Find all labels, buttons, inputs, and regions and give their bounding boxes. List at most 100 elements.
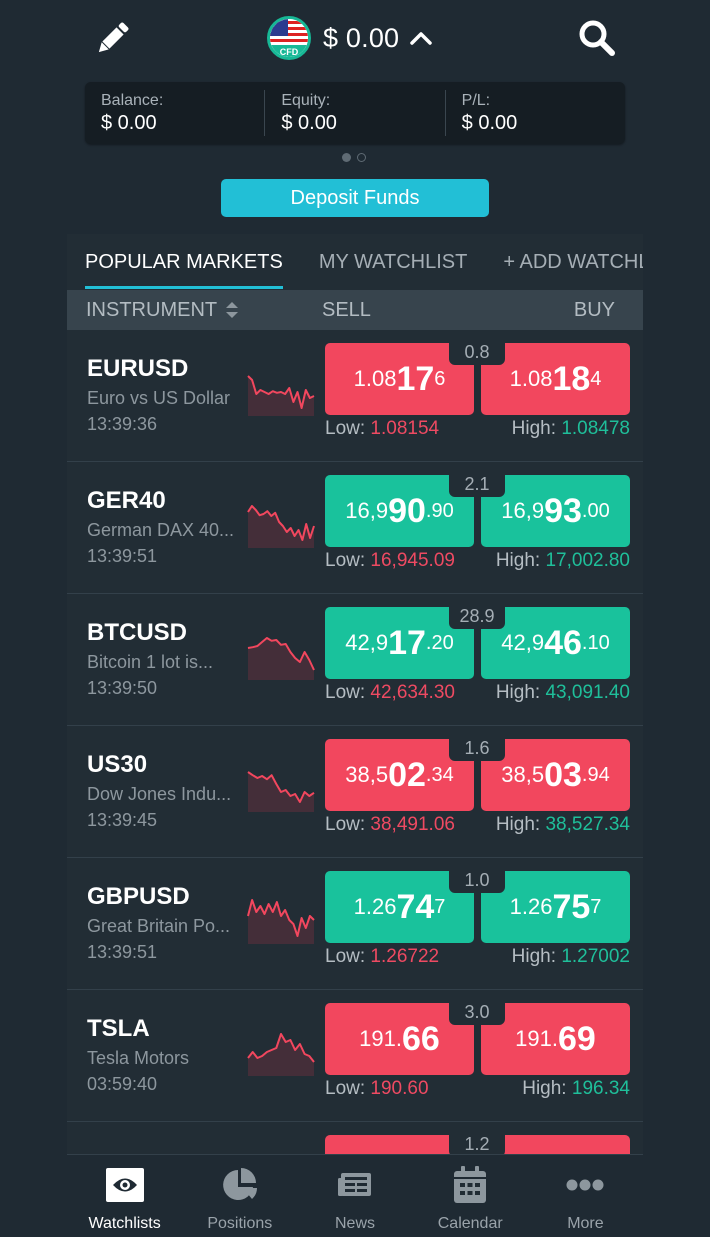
instrument-header-label: INSTRUMENT <box>86 298 218 321</box>
price-pips: 17 <box>388 623 426 662</box>
price-prefix: 16,9 <box>345 498 389 523</box>
instrument-description: German DAX 40... <box>87 520 235 540</box>
daily-low: Low: 42,634.30 <box>325 682 455 704</box>
spread-badge: 1.2 <box>449 1132 505 1154</box>
spread-badge: 1.6 <box>449 736 505 761</box>
us-flag-cfd-icon: CFD <box>267 16 311 60</box>
instrument-description: Euro vs US Dollar <box>87 388 231 408</box>
daily-high: High: 38,527.34 <box>496 814 630 836</box>
instrument-sort-header[interactable]: INSTRUMENT <box>86 299 239 322</box>
sort-icon <box>226 302 239 318</box>
nav-positions[interactable]: Positions <box>182 1155 297 1237</box>
price-prefix: 42,9 <box>501 630 545 655</box>
price-fraction: 7 <box>590 895 602 918</box>
sparkline-chart <box>247 771 315 812</box>
price-fraction: .00 <box>581 499 610 522</box>
instrument-time: 13:39:36 <box>87 414 158 434</box>
spread-badge: 1.0 <box>449 868 505 893</box>
low-value: 16,945.09 <box>370 550 455 571</box>
high-label: High: <box>495 814 541 835</box>
price-fraction: 6 <box>434 367 446 390</box>
daily-high: High: 196.34 <box>522 1078 630 1100</box>
low-label: Low: <box>325 418 366 439</box>
newspaper-icon <box>338 1173 371 1196</box>
price-pips: 46 <box>544 623 582 662</box>
price-prefix: 42,9 <box>345 630 389 655</box>
nav-label: Positions <box>207 1215 273 1232</box>
bottom-navigation: Watchlists Positions News Calendar More <box>67 1154 643 1237</box>
price-pips: 66 <box>402 1019 440 1058</box>
high-label: High: <box>511 418 557 439</box>
price-pips: 90 <box>388 491 426 530</box>
high-value: 38,527.34 <box>545 814 630 835</box>
daily-low: Low: 38,491.06 <box>325 814 455 836</box>
list-item[interactable]: TSLA Tesla Motors 03:59:40 191. 66 191. 69 3.0 L… <box>67 990 643 1122</box>
price-prefix: 191. <box>515 1026 558 1051</box>
chevron-up-icon <box>410 32 433 45</box>
daily-low: Low: 1.08154 <box>325 418 439 440</box>
low-label: Low: <box>325 814 366 835</box>
low-value: 38,491.06 <box>370 814 455 835</box>
account-summary-card[interactable]: Balance: $ 0.00 Equity: $ 0.00 P/L: $ 0.… <box>85 82 625 144</box>
high-label: High: <box>522 1078 567 1099</box>
nav-news[interactable]: News <box>297 1155 412 1237</box>
list-item[interactable]: GBPUSD Great Britain Po... 13:39:51 1.26 74 7… <box>67 858 643 990</box>
instrument-time: 13:39:51 <box>87 942 158 962</box>
instrument-symbol: US30 <box>87 751 148 778</box>
sparkline-area <box>248 1034 314 1076</box>
low-label: Low: <box>325 550 366 571</box>
list-item[interactable]: GER40 German DAX 40... 13:39:51 16,9 90.90 16… <box>67 462 643 594</box>
low-label: Low: <box>325 946 366 967</box>
instrument-symbol: GER40 <box>87 487 166 514</box>
high-value: 17,002.80 <box>545 550 630 571</box>
daily-high: High: 1.08478 <box>512 418 630 440</box>
account-switcher[interactable]: CFD $ 0.00 <box>267 15 433 61</box>
nav-label: Calendar <box>437 1215 503 1232</box>
low-value: 190.60 <box>370 1078 429 1099</box>
account-amount: $ 0.00 <box>323 22 400 53</box>
pl-cell: P/L: $ 0.00 <box>446 90 625 136</box>
price-pips: 03 <box>544 755 582 794</box>
equity-cell: Equity: $ 0.00 <box>265 90 446 136</box>
daily-low: Low: 190.60 <box>325 1078 429 1100</box>
price-prefix: 38,5 <box>501 762 545 787</box>
price-pips: 18 <box>552 359 591 398</box>
pencil-icon <box>98 22 129 53</box>
low-label: Low: <box>325 1078 366 1099</box>
tab-my-watchlist[interactable]: MY WATCHLIST <box>301 234 486 290</box>
high-label: High: <box>495 682 541 703</box>
list-item[interactable]: BTCUSD Bitcoin 1 lot is... 13:39:50 42,9 17.… <box>67 594 643 726</box>
nav-watchlists[interactable]: Watchlists <box>67 1155 182 1237</box>
instrument-symbol: GBPUSD <box>87 883 190 910</box>
markets-panel: POPULAR MARKETS MY WATCHLIST + ADD WATCH… <box>67 234 643 1154</box>
calendar-icon <box>454 1166 487 1203</box>
price-fraction: 7 <box>434 895 446 918</box>
list-item[interactable]: US30 Dow Jones Indu... 13:39:45 38,5 02.34 38… <box>67 726 643 858</box>
page-indicator <box>342 153 366 162</box>
tab-popular-markets[interactable]: POPULAR MARKETS <box>67 234 301 290</box>
balance-value: $ 0.00 <box>101 112 157 134</box>
deposit-funds-button[interactable]: Deposit Funds <box>221 179 489 217</box>
nav-calendar[interactable]: Calendar <box>413 1155 528 1237</box>
instrument-symbol: TSLA <box>87 1015 150 1042</box>
tab-add-watchlist[interactable]: + ADD WATCHLIST <box>485 234 643 290</box>
edit-button[interactable] <box>93 18 133 58</box>
price-prefix: 38,5 <box>345 762 389 787</box>
search-button[interactable] <box>577 18 617 58</box>
price-prefix: 1.08 <box>509 366 553 391</box>
sell-header-label: SELL <box>322 298 371 321</box>
daily-low: Low: 1.26722 <box>325 946 439 968</box>
page-dot-1[interactable] <box>342 153 351 162</box>
nav-label: Watchlists <box>88 1215 161 1232</box>
instrument-description: Bitcoin 1 lot is... <box>87 652 214 672</box>
pie-chart-icon <box>222 1168 257 1200</box>
buy-header-label: BUY <box>573 298 615 321</box>
spread-badge: 2.1 <box>449 472 505 497</box>
price-fraction: .94 <box>581 763 610 786</box>
list-item[interactable]: EURUSD Euro vs US Dollar 13:39:36 1.08 17 6 1.… <box>67 330 643 462</box>
page-dot-2[interactable] <box>357 153 366 162</box>
nav-more[interactable]: More <box>528 1155 643 1237</box>
low-label: Low: <box>325 682 366 703</box>
list-item-partial[interactable]: 1.2 <box>67 1122 643 1154</box>
high-label: High: <box>511 946 557 967</box>
